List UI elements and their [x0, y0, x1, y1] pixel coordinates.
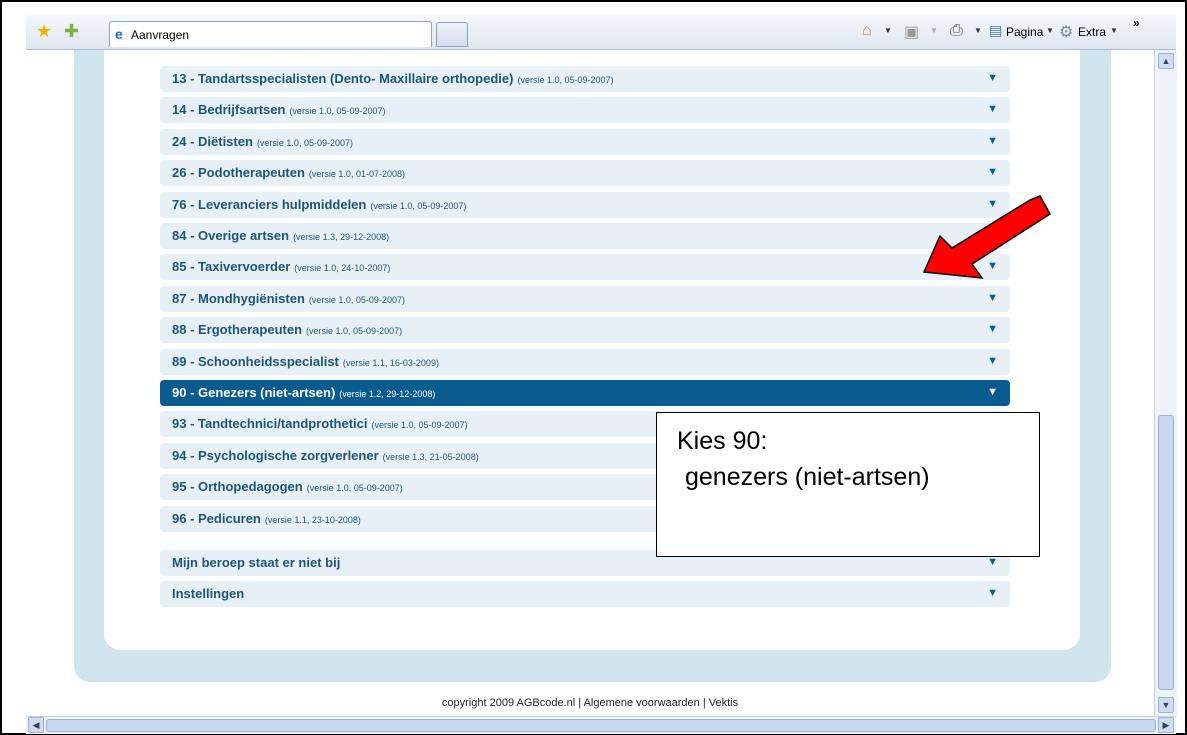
list-item[interactable]: 26 - Podotherapeuten (versie 1.0, 01-07-2… — [160, 160, 1010, 187]
list-item-title: 26 - Podotherapeuten (versie 1.0, 01-07-2… — [172, 165, 405, 181]
scroll-up-button[interactable]: ▲ — [1158, 53, 1174, 69]
feeds-icon[interactable]: ▣ — [904, 22, 919, 42]
expand-arrow-icon[interactable]: ▼ — [987, 355, 998, 367]
list-item-version: (versie 1.0, 05-09-2007) — [306, 483, 403, 494]
list-item-title: 24 - Diëtisten (versie 1.0, 05-09-2007) — [172, 133, 353, 149]
list-item[interactable]: 84 - Overige artsen (versie 1.3, 29-12-20… — [160, 223, 1010, 249]
instruction-callout: Kies 90: genezers (niet-artsen) — [656, 412, 1040, 557]
list-item-title: 96 - Pedicuren (versie 1.1, 23-10-2008) — [172, 510, 361, 526]
scroll-left-button[interactable]: ◀ — [28, 717, 44, 733]
footer[interactable]: copyright 2009 AGBcode.nl | Algemene voo… — [26, 697, 1154, 709]
list-item-version: (versie 1.0, 05-09-2007) — [371, 420, 468, 431]
expand-arrow-icon[interactable]: ▼ — [987, 323, 998, 335]
gear-icon[interactable]: ⚙ — [1059, 22, 1073, 42]
add-favorites-icon[interactable]: ✚ — [64, 21, 79, 42]
browser-toolbar: ★ ✚ e Aanvragen ⌂ ▼ ▣ ▼ ⎙ ▼ ▤ Pagina ▼ ⚙… — [26, 15, 1176, 50]
list-item[interactable]: 87 - Mondhygiënisten (versie 1.0, 05-09-2… — [160, 285, 1010, 312]
list-item-title: 84 - Overige artsen (versie 1.3, 29-12-20… — [172, 228, 390, 243]
list-item-title: 13 - Tandartsspecialisten (Dento- Maxill… — [172, 71, 614, 86]
list-item[interactable]: 24 - Diëtisten (versie 1.0, 05-09-2007) ▼ — [160, 128, 1010, 155]
list-item[interactable]: 90 - Genezers (niet-artsen) (versie 1.2, … — [160, 380, 1010, 406]
list-item[interactable]: 76 - Leveranciers hulpmiddelen (versie 1.… — [160, 191, 1010, 218]
list-item-title: Mijn beroep staat er niet bij — [172, 555, 341, 570]
chevron-down-icon[interactable]: ▼ — [974, 26, 982, 35]
list-item-version: (versie 1.0, 05-09-2007) — [256, 137, 353, 148]
horizontal-scroll-thumb[interactable] — [46, 719, 1156, 732]
list-item-version: (versie 1.0, 05-09-2007) — [306, 326, 403, 337]
list-item[interactable]: 85 - Taxivervoerder (versie 1.0, 24-10-20… — [160, 254, 1010, 281]
list-item-version: (versie 1.3, 29-12-2008) — [293, 232, 390, 242]
settings-item[interactable]: Instellingen ▼ — [160, 581, 1010, 607]
list-item-version: (versie 1.1, 16-03-2009) — [342, 357, 439, 368]
home-icon[interactable]: ⌂ — [862, 22, 872, 40]
list-item-title: Instellingen — [172, 586, 245, 601]
list-item-version: (versie 1.2, 29-12-2008) — [339, 389, 436, 399]
print-icon[interactable]: ⎙ — [950, 22, 963, 40]
list-item-version: (versie 1.3, 21-05-2008) — [382, 451, 479, 462]
list-item[interactable]: 14 - Bedrijfsartsen (versie 1.0, 05-09-20… — [160, 97, 1010, 124]
browser-tab[interactable]: e Aanvragen — [109, 21, 432, 47]
list-item-title: 90 - Genezers (niet-artsen) (versie 1.2, … — [172, 385, 436, 400]
expand-arrow-icon[interactable]: ▼ — [987, 103, 998, 115]
expand-arrow-icon[interactable]: ▼ — [987, 135, 998, 147]
list-item[interactable]: 88 - Ergotherapeuten (versie 1.0, 05-09-2… — [160, 317, 1010, 344]
scroll-right-button[interactable]: ▶ — [1158, 717, 1174, 733]
more-tools-icon[interactable]: » — [1133, 16, 1140, 30]
chevron-down-icon[interactable]: ▼ — [1046, 26, 1054, 35]
chevron-down-icon[interactable]: ▼ — [930, 26, 938, 35]
expand-arrow-icon[interactable]: ▼ — [987, 166, 998, 178]
list-item-version: (versie 1.0, 24-10-2007) — [294, 263, 391, 274]
list-item-version: (versie 1.0, 05-09-2007) — [370, 200, 467, 211]
chevron-down-icon[interactable]: ▼ — [1110, 26, 1118, 35]
horizontal-scrollbar[interactable]: ◀ ▶ — [26, 716, 1176, 734]
list-item-title: 76 - Leveranciers hulpmiddelen (versie 1.… — [172, 196, 467, 212]
list-item[interactable]: 13 - Tandartsspecialisten (Dento- Maxill… — [160, 66, 1010, 92]
list-item-version: (versie 1.0, 05-09-2007) — [517, 75, 614, 85]
list-item-title: 14 - Bedrijfsartsen (versie 1.0, 05-09-20… — [172, 102, 386, 118]
red-arrow-annotation — [922, 195, 1051, 279]
expand-arrow-icon[interactable]: ▼ — [987, 386, 998, 398]
vertical-scrollbar[interactable]: ▲ ▼ — [1154, 50, 1177, 716]
scroll-down-button[interactable]: ▼ — [1158, 697, 1174, 713]
callout-line-1: Kies 90: — [677, 427, 768, 455]
inner-panel: 13 - Tandartsspecialisten (Dento- Maxill… — [104, 50, 1080, 650]
list-item-title: 89 - Schoonheidsspecialist (versie 1.1, 1… — [172, 353, 439, 369]
list-item-title: 85 - Taxivervoerder (versie 1.0, 24-10-20… — [172, 259, 391, 275]
ie-logo-icon: e — [115, 26, 123, 42]
list-item-title: 87 - Mondhygiënisten (versie 1.0, 05-09-2… — [172, 290, 405, 306]
list-item-title: 88 - Ergotherapeuten (versie 1.0, 05-09-2… — [172, 322, 403, 338]
vertical-scroll-thumb[interactable] — [1158, 415, 1174, 690]
list-item-version: (versie 1.1, 23-10-2008) — [264, 514, 361, 525]
pagina-menu[interactable]: Pagina — [1006, 25, 1043, 39]
list-item-title: 95 - Orthopedagogen (versie 1.0, 05-09-20… — [172, 479, 403, 495]
list-item-version: (versie 1.0, 05-09-2007) — [289, 106, 386, 117]
page-viewport: 13 - Tandartsspecialisten (Dento- Maxill… — [26, 50, 1154, 715]
new-tab-button[interactable] — [436, 22, 468, 47]
expand-arrow-icon[interactable]: ▼ — [987, 556, 998, 568]
list-item-version: (versie 1.0, 05-09-2007) — [308, 294, 405, 305]
callout-line-2: genezers (niet-artsen) — [685, 463, 930, 491]
expand-arrow-icon[interactable]: ▼ — [987, 587, 998, 599]
list-item-title: 93 - Tandtechnici/tandprothetici (versie … — [172, 416, 468, 432]
extra-menu[interactable]: Extra — [1078, 25, 1106, 39]
chevron-down-icon[interactable]: ▼ — [884, 26, 892, 35]
expand-arrow-icon[interactable]: ▼ — [987, 292, 998, 304]
tab-title: Aanvragen — [131, 28, 190, 42]
favorites-star-icon[interactable]: ★ — [36, 21, 52, 42]
page-icon[interactable]: ▤ — [989, 22, 1002, 39]
list-item[interactable]: 89 - Schoonheidsspecialist (versie 1.1, 1… — [160, 348, 1010, 375]
list-item-title: 94 - Psychologische zorgverlener (versie … — [172, 447, 479, 463]
expand-arrow-icon[interactable]: ▼ — [987, 72, 998, 84]
outer-panel: 13 - Tandartsspecialisten (Dento- Maxill… — [74, 50, 1111, 682]
list-item-version: (versie 1.0, 01-07-2008) — [308, 169, 405, 180]
